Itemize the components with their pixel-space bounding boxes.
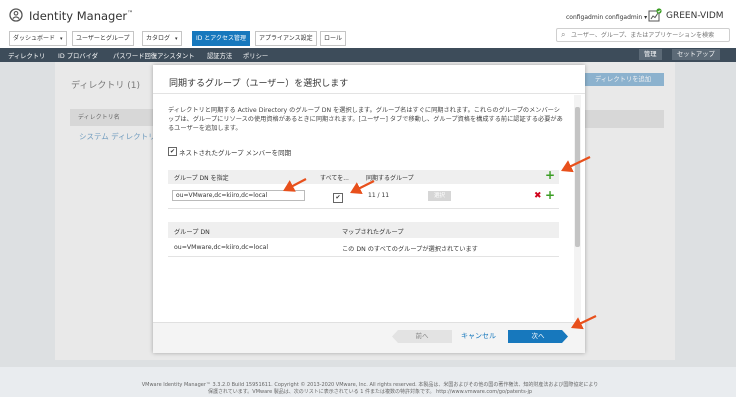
sync-nested-members-label: ネストされたグループ メンバーを同期 — [179, 149, 292, 157]
col-group-dn: グループ DN を指定 — [174, 175, 229, 182]
group-dn-input[interactable] — [172, 190, 305, 201]
mapped-row-dn: ou=VMware,dc=kiiro,dc=local — [174, 244, 269, 251]
setup-button[interactable]: セットアップ — [672, 49, 720, 60]
tab-appliance-settings-label: アプライアンス設定 — [259, 35, 313, 42]
add-group-dn-icon[interactable]: + — [545, 169, 555, 181]
sub-nav: ディレクトリ ID プロバイダ パスワード回復アシスタント 認証方法 ポリシー … — [0, 48, 736, 62]
col-groups-to-sync: 同期するグループ — [366, 175, 414, 182]
tab-roles-label: ロール — [324, 35, 343, 42]
copyright-text: VMware Identity Manager™ 3.3.2.0 Build 1… — [141, 382, 599, 395]
select-all-checkbox[interactable]: ✔ — [333, 193, 343, 203]
dialog-scrollbar-thumb[interactable] — [575, 107, 580, 247]
manage-button[interactable]: 管理 — [639, 49, 662, 60]
col-mapped-groups: マップされたグループ — [342, 229, 404, 236]
subnav-policies[interactable]: ポリシー — [243, 51, 268, 60]
brand-name: Identity Manager — [29, 9, 128, 23]
chevron-down-icon: ▾ — [175, 36, 178, 42]
add-row-icon[interactable]: + — [545, 189, 555, 201]
subnav-directories[interactable]: ディレクトリ — [8, 51, 45, 60]
tenant-name: GREEN-VIDM — [666, 11, 724, 21]
tab-dashboard-label: ダッシュボード — [13, 35, 56, 42]
tab-catalog-label: カタログ — [146, 35, 171, 42]
groups-table-divider — [168, 208, 559, 209]
search-icon: ⌕ — [561, 30, 566, 39]
groups-count: 11 / 11 — [368, 192, 390, 199]
tab-appliance-settings[interactable]: アプライアンス設定 — [255, 31, 317, 46]
col-mapped-dn: グループ DN — [174, 229, 210, 236]
subnav-identity-providers[interactable]: ID プロバイダ — [58, 51, 98, 60]
select-groups-button[interactable]: 選択 — [428, 191, 451, 201]
subnav-auth-methods[interactable]: 認証方法 — [207, 51, 232, 60]
tab-roles[interactable]: ロール — [320, 31, 347, 46]
tab-identity-access[interactable]: ID とアクセス管理 — [192, 31, 250, 46]
search-box[interactable]: ⌕ — [556, 28, 730, 42]
chevron-down-icon: ▾ — [60, 36, 63, 42]
delete-row-icon[interactable]: ✖ — [534, 191, 542, 201]
col-select-all: すべてを... — [320, 175, 349, 182]
brand-trademark: ™ — [127, 10, 134, 18]
mapped-row-groups: この DN のすべてのグループが選択されています — [342, 246, 478, 253]
user-menu[interactable]: configadmin configadmin ▾ — [566, 14, 647, 21]
tab-users-groups[interactable]: ユーザーとグループ — [72, 31, 134, 46]
search-input[interactable] — [571, 30, 726, 40]
next-button[interactable]: 次へ — [508, 330, 568, 343]
tab-identity-access-label: ID とアクセス管理 — [196, 35, 246, 42]
identity-manager-logo-icon — [9, 8, 23, 22]
cancel-button[interactable]: キャンセル — [461, 331, 496, 341]
dialog-title: 同期するグループ（ユーザー）を選択します — [169, 79, 349, 89]
tab-dashboard[interactable]: ダッシュボード ▾ — [9, 31, 67, 46]
tenant-chart-icon — [648, 8, 662, 22]
dialog-description: ディレクトリと同期する Active Directory のグループ DN を選… — [168, 107, 563, 132]
brand-title: Identity Manager™ — [29, 9, 133, 23]
sync-nested-members-checkbox[interactable]: ✔ — [168, 147, 177, 156]
previous-button[interactable]: 前へ — [392, 330, 452, 343]
tab-catalog[interactable]: カタログ ▾ — [142, 31, 182, 46]
tab-users-groups-label: ユーザーとグループ — [76, 35, 130, 42]
subnav-password-recovery[interactable]: パスワード回復アシスタント — [113, 51, 195, 60]
dialog-divider — [153, 93, 585, 94]
